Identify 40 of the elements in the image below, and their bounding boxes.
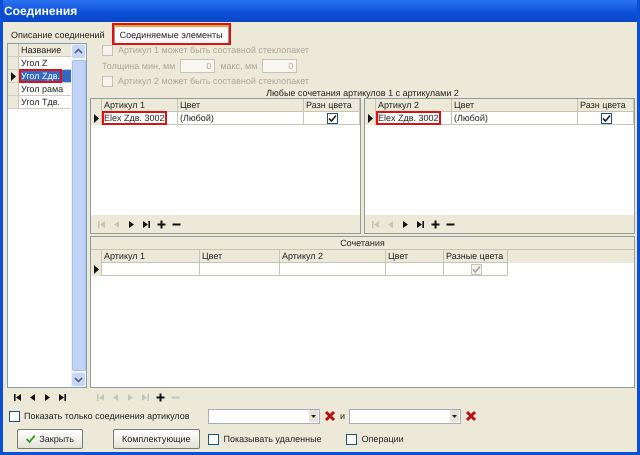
scrollbar[interactable] [71, 44, 86, 387]
scroll-down-icon[interactable] [72, 373, 85, 386]
table-cell: (Любой) [452, 112, 578, 125]
clear-icon[interactable] [465, 410, 478, 422]
article-name: Elex Zдв. 3002 [104, 113, 165, 123]
filter-label: Показать только соединения артикулов [24, 411, 191, 421]
clear-icon[interactable] [324, 410, 336, 422]
checkbox[interactable] [346, 434, 357, 444]
list-item[interactable]: Угол Zдв. [19, 70, 71, 82]
checkbox-label: Операции [362, 434, 404, 444]
checkmark-icon [26, 432, 36, 446]
tab[interactable]: Описание соединений [6, 27, 110, 43]
list-item[interactable]: Угол Z [19, 57, 71, 69]
tab[interactable]: Соединяемые элементы [114, 25, 229, 43]
checkbox[interactable] [601, 112, 612, 124]
window-title: Соединения [3, 0, 637, 22]
field-label: макс, мм [220, 60, 258, 70]
field-label: Толщина мин, мм [102, 60, 176, 70]
grids-caption: Любые сочетания артикулов 1 с артикулами 2 [265, 88, 460, 98]
checkbox[interactable] [327, 112, 338, 124]
list-item[interactable]: Угол Tдв. [19, 96, 71, 108]
table-cell: (Любой) [178, 112, 304, 125]
column-header: Название [20, 44, 62, 56]
list-item[interactable]: Угол рама [19, 83, 71, 95]
option-label: Артикул 1 может быть составной стеклопакет [118, 45, 310, 55]
list-item-label: Угол Zдв. [21, 71, 60, 81]
conjunction-label: и [340, 411, 346, 421]
article-name: Elex Zдв. 3002 [378, 113, 439, 123]
scroll-up-icon[interactable] [72, 45, 85, 58]
list-item-label: Угол рама [21, 84, 64, 94]
accessories-button[interactable]: Комплектующие [113, 429, 200, 449]
checkbox[interactable] [9, 410, 20, 422]
close-button[interactable]: Закрыть [17, 429, 83, 449]
checkbox-label: Показывать удаленные [224, 434, 322, 444]
list-item-label: Угол Z [21, 58, 48, 68]
checkbox[interactable] [471, 264, 482, 274]
checkbox[interactable] [208, 434, 219, 444]
option-label: Артикул 2 может быть составной стеклопакет [118, 76, 310, 86]
pairs-caption: Сочетания [91, 237, 634, 250]
list-item-label: Угол Tдв. [21, 97, 60, 107]
